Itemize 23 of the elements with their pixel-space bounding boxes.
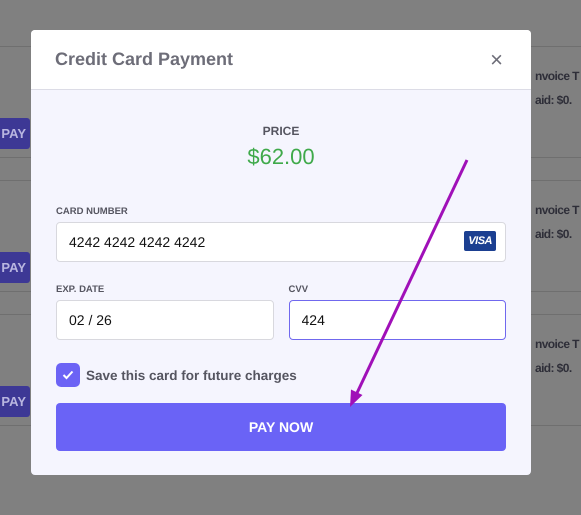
invoice-text: nvoice T	[535, 69, 580, 83]
close-button[interactable]: ×	[490, 46, 503, 72]
pay-now-button[interactable]: PAY NOW	[56, 403, 506, 451]
checkbox-label: Save this card for future charges	[86, 368, 297, 382]
input-field[interactable]: 424	[288, 300, 506, 340]
modal-title: Credit Card Payment	[55, 49, 234, 70]
pay-button[interactable]: PAY	[0, 252, 30, 283]
invoice-text: nvoice T	[535, 337, 580, 351]
invoice-text: aid: $0.	[535, 93, 573, 107]
price-value: $62.00	[247, 144, 315, 170]
field-label: CARD NUMBER	[56, 206, 128, 217]
invoice-text: aid: $0.	[535, 227, 573, 241]
pay-button[interactable]: PAY	[0, 118, 30, 149]
invoice-text: nvoice T	[535, 203, 580, 217]
invoice-text: aid: $0.	[535, 361, 573, 375]
checkbox[interactable]	[56, 363, 80, 387]
field-label: EXP. DATE	[56, 284, 104, 295]
input-field[interactable]: 02 / 26	[56, 300, 274, 340]
field-label: CVV	[288, 284, 308, 295]
card-brand-icon: VISA	[464, 231, 496, 251]
check-icon	[62, 370, 74, 380]
pay-button[interactable]: PAY	[0, 386, 30, 417]
price-label: PRICE	[262, 124, 300, 138]
